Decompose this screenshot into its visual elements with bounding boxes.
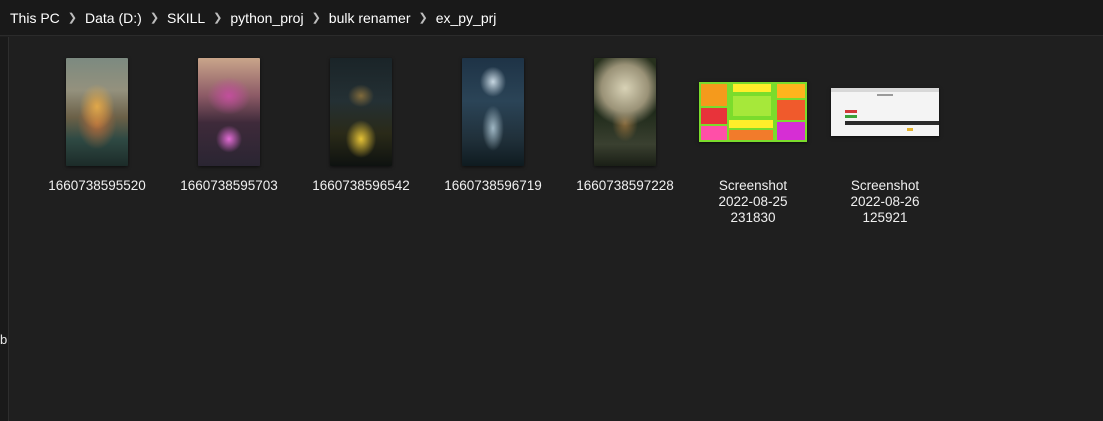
breadcrumb-ex-py-prj[interactable]: ex_py_prj [432,10,501,26]
file-name: 1660738596542 [312,178,410,193]
breadcrumb-python-proj[interactable]: python_proj [226,10,307,26]
image-thumbnail [198,58,260,166]
image-thumbnail [330,58,392,166]
image-thumbnail [66,58,128,166]
image-thumbnail [699,82,807,142]
file-item[interactable]: Screenshot 2022-08-26 125921 [819,50,951,226]
file-item[interactable]: 1660738596542 [295,50,427,194]
file-name: Screenshot 2022-08-26 125921 [850,178,920,225]
image-thumbnail [594,58,656,166]
navigation-pane-label: b [0,332,8,347]
breadcrumb-data-drive[interactable]: Data (D:) [81,10,146,26]
chevron-right-icon[interactable]: ❯ [308,11,325,24]
breadcrumb-this-pc[interactable]: This PC [0,10,64,26]
breadcrumb-bulk-renamer[interactable]: bulk renamer [325,10,415,26]
file-item[interactable]: 1660738595703 [163,50,295,194]
chevron-right-icon[interactable]: ❯ [209,11,226,24]
chevron-right-icon[interactable]: ❯ [64,11,81,24]
image-thumbnail [462,58,524,166]
breadcrumb: This PC ❯ Data (D:) ❯ SKILL ❯ python_pro… [0,0,1103,36]
file-name: 1660738597228 [576,178,674,193]
navigation-pane[interactable] [0,37,9,421]
file-item[interactable]: Screenshot 2022-08-25 231830 [687,50,819,226]
chevron-right-icon[interactable]: ❯ [146,11,163,24]
image-thumbnail [831,88,939,136]
file-name: Screenshot 2022-08-25 231830 [718,178,788,225]
chevron-right-icon[interactable]: ❯ [414,11,431,24]
file-item[interactable]: 1660738597228 [559,50,691,194]
breadcrumb-skill[interactable]: SKILL [163,10,209,26]
file-name: 1660738596719 [444,178,542,193]
file-name: 1660738595520 [48,178,146,193]
file-name: 1660738595703 [180,178,278,193]
file-item[interactable]: 1660738595520 [31,50,163,194]
file-item[interactable]: 1660738596719 [427,50,559,194]
